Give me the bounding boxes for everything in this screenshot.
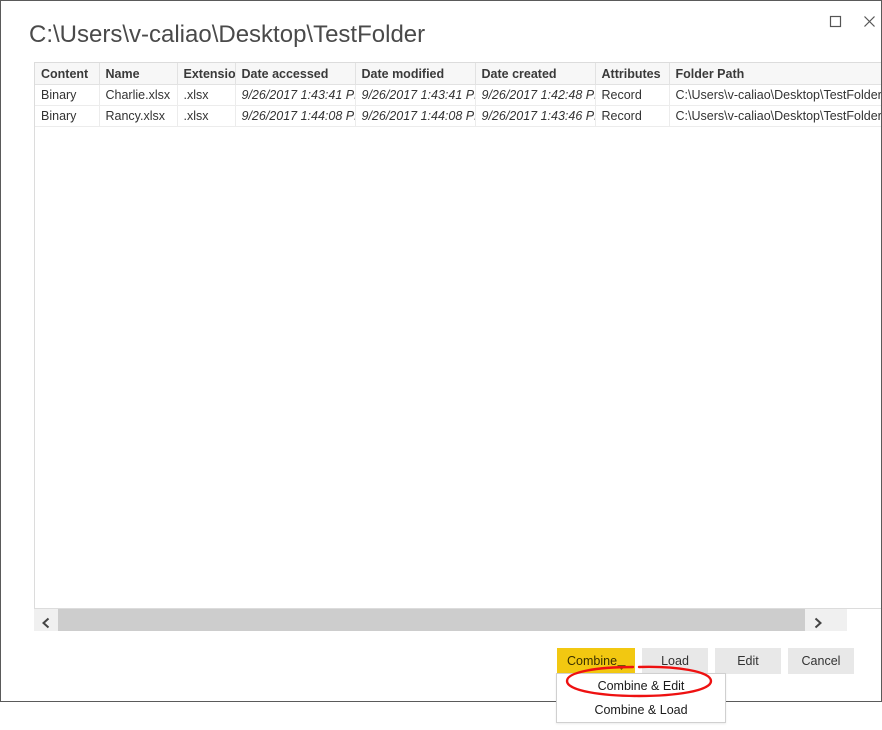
- column-header-attributes[interactable]: Attributes: [595, 63, 670, 85]
- combine-dropdown-menu[interactable]: Combine & Edit Combine & Load: [556, 673, 726, 723]
- maximize-button[interactable]: [819, 3, 851, 31]
- maximize-icon: [819, 15, 851, 28]
- cell-content: Binary: [35, 105, 100, 127]
- cell-date-created: 9/26/2017 1:43:46 PM: [475, 105, 596, 127]
- combine-button[interactable]: Combine: [557, 648, 635, 674]
- cell-folder-path: C:\Users\v-caliao\Desktop\TestFolder\: [669, 105, 881, 127]
- page-title: C:\Users\v-caliao\Desktop\TestFolder: [29, 21, 426, 48]
- load-button[interactable]: Load: [642, 648, 708, 674]
- cell-folder-path: C:\Users\v-caliao\Desktop\TestFolder\: [669, 84, 881, 106]
- cell-extension: .xlsx: [177, 84, 236, 106]
- folder-navigator-dialog: C:\Users\v-caliao\Desktop\TestFolder Con…: [0, 0, 882, 702]
- close-button[interactable]: [853, 3, 882, 31]
- column-header-extension[interactable]: Extension: [177, 63, 236, 85]
- cell-date-accessed: 9/26/2017 1:43:41 PM: [235, 84, 356, 106]
- cell-extension: .xlsx: [177, 105, 236, 127]
- column-header-folder-path[interactable]: Folder Path: [669, 63, 881, 85]
- scrollbar-thumb[interactable]: [58, 609, 805, 631]
- table-header-row: Content Name Extension Date accessed Dat…: [35, 63, 881, 85]
- table-row[interactable]: Binary Rancy.xlsx .xlsx 9/26/2017 1:44:0…: [35, 105, 881, 127]
- cell-date-modified: 9/26/2017 1:43:41 PM: [355, 84, 476, 106]
- column-header-date-accessed[interactable]: Date accessed: [235, 63, 356, 85]
- menu-item-combine-and-load[interactable]: Combine & Load: [557, 698, 725, 722]
- cell-name: Rancy.xlsx: [99, 105, 178, 127]
- horizontal-scrollbar[interactable]: [34, 609, 847, 631]
- column-header-date-modified[interactable]: Date modified: [355, 63, 476, 85]
- close-icon: [853, 15, 882, 28]
- file-table-container[interactable]: Content Name Extension Date accessed Dat…: [34, 62, 881, 609]
- chevron-left-icon: [34, 617, 58, 629]
- cell-content: Binary: [35, 84, 100, 106]
- title-bar: C:\Users\v-caliao\Desktop\TestFolder: [1, 1, 881, 57]
- cell-attributes: Record: [595, 105, 670, 127]
- chevron-down-icon: [617, 659, 626, 673]
- cell-date-modified: 9/26/2017 1:44:08 PM: [355, 105, 476, 127]
- cell-name: Charlie.xlsx: [99, 84, 178, 106]
- edit-button[interactable]: Edit: [715, 648, 781, 674]
- cancel-button[interactable]: Cancel: [788, 648, 854, 674]
- chevron-right-icon: [805, 617, 829, 629]
- column-header-date-created[interactable]: Date created: [475, 63, 596, 85]
- scroll-right-button[interactable]: [805, 609, 829, 631]
- column-header-name[interactable]: Name: [99, 63, 178, 85]
- scroll-left-button[interactable]: [34, 609, 58, 631]
- menu-item-combine-and-edit[interactable]: Combine & Edit: [557, 674, 725, 698]
- cell-date-created: 9/26/2017 1:42:48 PM: [475, 84, 596, 106]
- cell-attributes: Record: [595, 84, 670, 106]
- combine-button-label: Combine: [567, 654, 618, 668]
- column-header-content[interactable]: Content: [35, 63, 100, 85]
- footer-button-bar: Combine Load Edit Cancel: [1, 648, 881, 676]
- cell-date-accessed: 9/26/2017 1:44:08 PM: [235, 105, 356, 127]
- table-row[interactable]: Binary Charlie.xlsx .xlsx 9/26/2017 1:43…: [35, 84, 881, 106]
- file-table: Content Name Extension Date accessed Dat…: [35, 63, 881, 127]
